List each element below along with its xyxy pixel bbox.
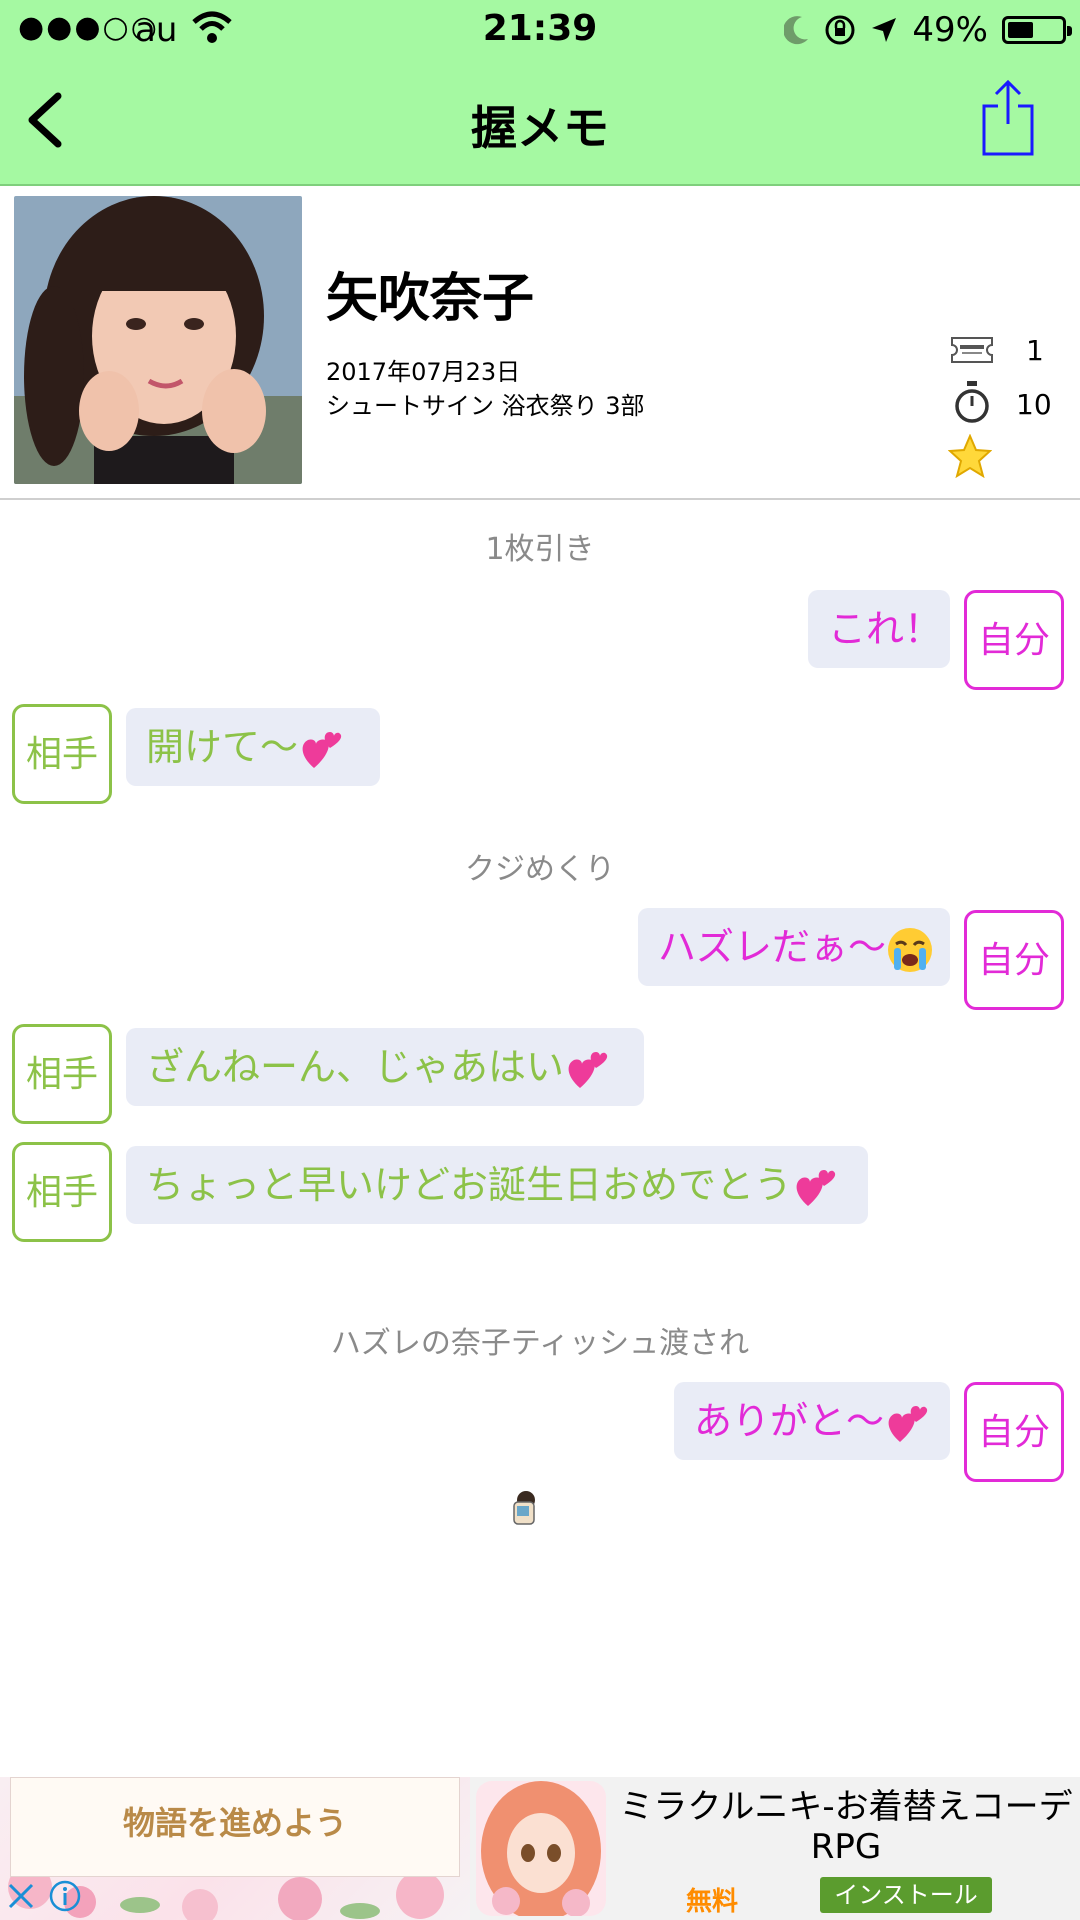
info-icon[interactable] — [48, 1879, 82, 1913]
heart-icon — [302, 731, 342, 768]
event-name: シュートサイン 浴衣祭り 3部 — [326, 392, 645, 420]
install-button[interactable]: インストール — [820, 1877, 992, 1913]
sender-tag-me: 自分 — [964, 590, 1064, 690]
sender-tag-them: 相手 — [12, 1142, 112, 1242]
ad-app-icon[interactable] — [476, 1781, 606, 1916]
stopwatch-icon — [955, 381, 989, 423]
rotation-lock-icon — [825, 15, 855, 45]
battery-icon — [1002, 16, 1072, 44]
message-bubble-them: 開けて〜 — [126, 708, 380, 786]
profile-card: 矢吹奈子 2017年07月23日 シュートサイン 浴衣祭り 3部 1 10 — [0, 186, 1080, 500]
message-bubble-me: ハズレだぁ〜 — [638, 908, 950, 986]
message-bubble-me: これ！ — [808, 590, 950, 668]
ad-banner-text: 物語を進めよう — [122, 1804, 347, 1842]
location-arrow-icon — [872, 18, 897, 42]
crying-face-icon — [888, 927, 933, 972]
mascot-icon — [513, 1491, 535, 1525]
status-right: 49% — [784, 10, 1072, 50]
message-bubble-them: ざんねーん、じゃあはい — [126, 1028, 644, 1106]
sender-tag-me: 自分 — [964, 910, 1064, 1010]
ad-banner-frame: 物語を進めよう — [10, 1777, 460, 1877]
sender-tag-them: 相手 — [12, 704, 112, 804]
close-icon[interactable] — [4, 1879, 38, 1913]
message-bubble-them: ちょっと早いけどお誕生日おめでとう — [126, 1146, 868, 1224]
status-bar: ●●●○○ au 21:39 49% — [0, 0, 1080, 60]
moon-icon — [784, 16, 809, 45]
ticket-icon — [951, 337, 993, 363]
section-label: クジめくり — [465, 852, 615, 887]
battery-percent: 49% — [912, 10, 988, 50]
ad-title[interactable]: ミラクルニキ-お着替えコーデRPG — [616, 1787, 1076, 1867]
share-icon[interactable] — [976, 78, 1040, 158]
heart-icon — [888, 1405, 928, 1442]
sender-tag-me: 自分 — [964, 1382, 1064, 1482]
section-label: ハズレの奈子ティッシュ渡され — [330, 1326, 750, 1361]
seconds-count: 10 — [1016, 388, 1052, 421]
member-name: 矢吹奈子 — [326, 269, 535, 329]
sender-tag-them: 相手 — [12, 1024, 112, 1124]
ad-banner[interactable]: 物語を進めよう ミラクルニキ-お着替えコーデRPG 無料 インストール — [0, 1777, 1080, 1920]
ticket-count: 1 — [1026, 334, 1044, 367]
heart-icon — [568, 1051, 608, 1088]
message-bubble-me: ありがと〜 — [674, 1382, 950, 1460]
profile-photo — [14, 196, 302, 484]
star-icon — [948, 434, 992, 478]
event-date: 2017年07月23日 — [326, 358, 521, 386]
page-title: 握メモ — [471, 101, 609, 155]
heart-icon — [796, 1169, 836, 1206]
top-bar: ●●●○○ au 21:39 49% 握メモ — [0, 0, 1080, 186]
ad-price: 無料 — [686, 1887, 739, 1917]
section-label: 1枚引き — [485, 532, 595, 567]
